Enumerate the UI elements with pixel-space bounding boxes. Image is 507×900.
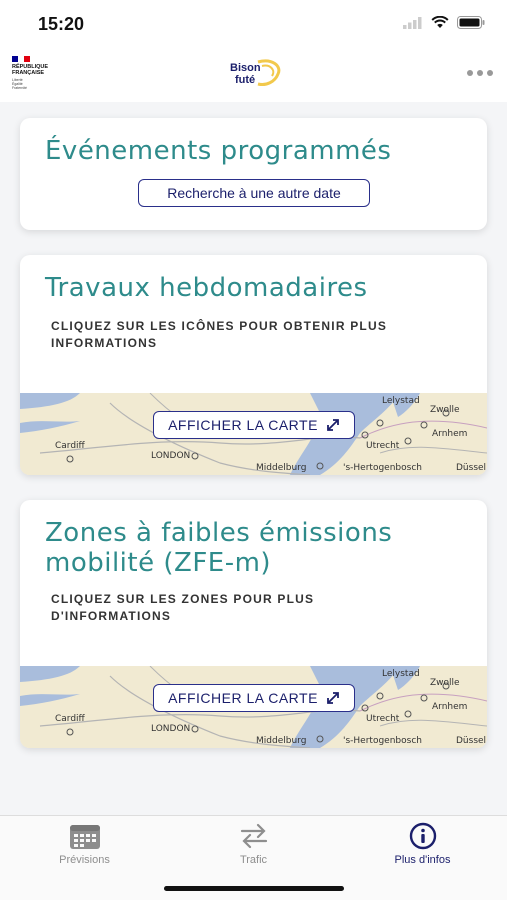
- events-card: Événements programmés Recherche à une au…: [20, 118, 487, 230]
- swap-arrows-icon: [240, 823, 267, 849]
- tab-trafic[interactable]: Trafic: [169, 816, 338, 876]
- map-label-arnhem: Arnhem: [432, 429, 468, 439]
- map-label-cardiff: Cardiff: [55, 441, 85, 451]
- brand-logo-word-1: Bison: [230, 62, 261, 74]
- home-indicator: [164, 886, 344, 891]
- map-label-arnhem: Arnhem: [432, 702, 468, 712]
- signal-icon: [403, 16, 422, 29]
- works-show-map-button[interactable]: AFFICHER LA CARTE: [153, 411, 355, 439]
- map-label-hertogenbosch: 's-Hertogenbosch: [343, 736, 422, 746]
- gov-motto: Liberté Égalité Fraternité: [12, 78, 27, 90]
- map-label-hertogenbosch: 's-Hertogenbosch: [343, 463, 422, 473]
- works-map-preview[interactable]: Cardiff LONDON Lelystad Zwolle Arnhem Ut…: [20, 393, 487, 475]
- status-bar: 15:20: [0, 0, 507, 48]
- zfe-show-map-button[interactable]: AFFICHER LA CARTE: [153, 684, 355, 712]
- map-label-dusseldorf: Düssel: [456, 463, 487, 473]
- events-title: Événements programmés: [45, 136, 392, 166]
- app-header: RÉPUBLIQUE FRANÇAISE Liberté Égalité Fra…: [0, 48, 507, 102]
- tab-plus-infos-label: Plus d'infos: [394, 854, 451, 866]
- map-label-lelystad: Lelystad: [382, 669, 420, 679]
- more-options-icon[interactable]: [467, 70, 493, 76]
- info-icon: [409, 822, 436, 850]
- works-caption: CLIQUEZ SUR LES ICÔNES POUR OBTENIR PLUS…: [51, 319, 388, 350]
- status-time: 15:20: [38, 14, 85, 34]
- bison-fute-logo[interactable]: Bison futé: [228, 58, 284, 90]
- zfe-caption: CLIQUEZ SUR LES ZONES POUR PLUS D'INFORM…: [51, 592, 315, 623]
- map-label-middelburg: Middelburg: [256, 736, 307, 746]
- republique-francaise-logo: RÉPUBLIQUE FRANÇAISE Liberté Égalité Fra…: [12, 56, 62, 96]
- map-label-zwolle: Zwolle: [430, 405, 460, 415]
- calendar-icon: [69, 825, 100, 849]
- map-label-london: LONDON: [151, 451, 191, 461]
- search-other-date-button[interactable]: Recherche à une autre date: [138, 179, 370, 207]
- zfe-show-map-label: AFFICHER LA CARTE: [168, 690, 318, 706]
- gov-logo-text: RÉPUBLIQUE FRANÇAISE: [12, 64, 49, 76]
- tab-previsions-label: Prévisions: [59, 854, 110, 866]
- map-label-london: LONDON: [151, 724, 191, 734]
- french-flag-icon: [12, 56, 30, 62]
- zfe-map-preview[interactable]: Cardiff LONDON Lelystad Zwolle Arnhem Ut…: [20, 666, 487, 748]
- works-card: Travaux hebdomadaires CLIQUEZ SUR LES IC…: [20, 255, 487, 475]
- map-label-cardiff: Cardiff: [55, 714, 85, 724]
- expand-icon: [327, 419, 339, 431]
- map-label-middelburg: Middelburg: [256, 463, 307, 473]
- wifi-icon: [431, 16, 449, 28]
- tab-plus-infos[interactable]: Plus d'infos: [338, 816, 507, 876]
- status-icons: [403, 16, 485, 29]
- map-label-zwolle: Zwolle: [430, 678, 460, 688]
- brand-logo-word-2: futé: [235, 74, 255, 86]
- tab-trafic-label: Trafic: [239, 854, 268, 866]
- expand-icon: [327, 692, 339, 704]
- battery-icon: [457, 16, 485, 29]
- works-title: Travaux hebdomadaires: [45, 273, 368, 303]
- map-label-utrecht: Utrecht: [366, 441, 400, 451]
- tab-previsions[interactable]: Prévisions: [0, 816, 169, 876]
- map-label-dusseldorf: Düssel: [456, 736, 487, 746]
- works-show-map-label: AFFICHER LA CARTE: [168, 417, 318, 433]
- zfe-card: Zones à faibles émissions mobilité (ZFE-…: [20, 500, 487, 748]
- map-label-lelystad: Lelystad: [382, 396, 420, 406]
- zfe-title: Zones à faibles émissions mobilité (ZFE-…: [45, 518, 393, 578]
- map-label-utrecht: Utrecht: [366, 714, 400, 724]
